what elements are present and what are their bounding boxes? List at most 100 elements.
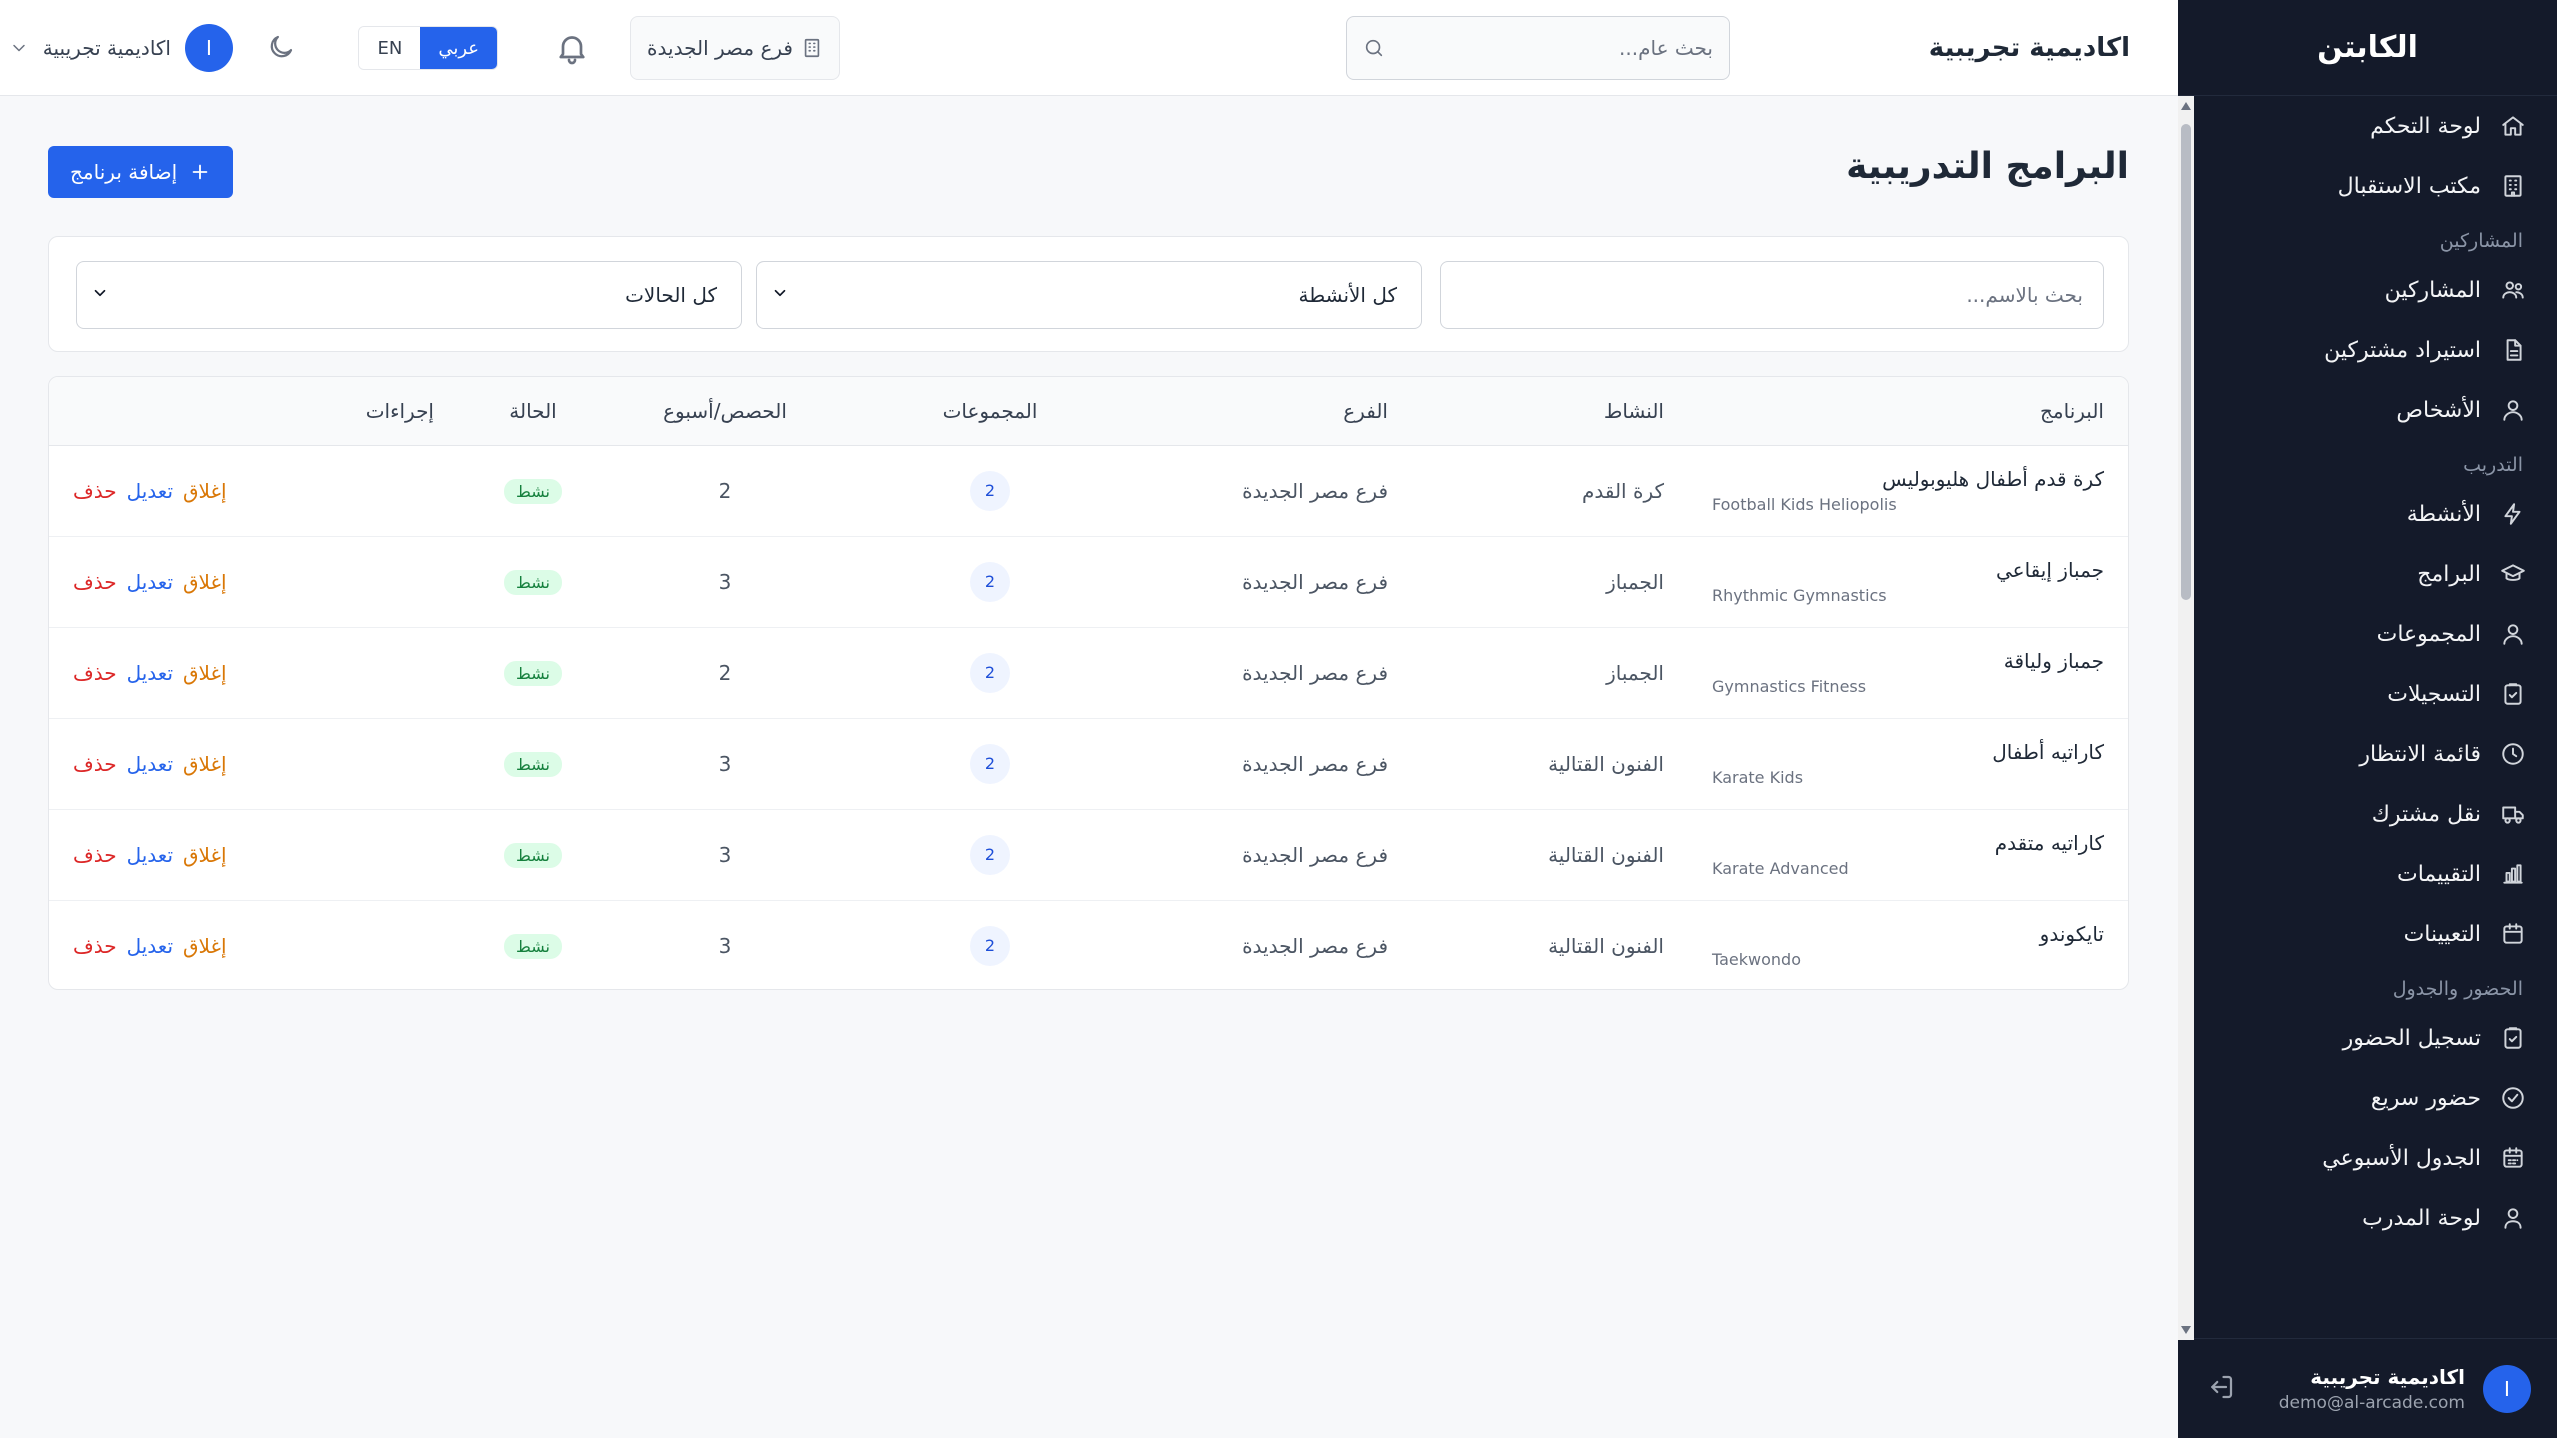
sidebar-item-user[interactable]: لوحة المدرب — [2178, 1188, 2557, 1248]
activity-filter-select[interactable]: كل الأنشطة — [756, 261, 1422, 329]
column-header: الحصص/أسبوع — [663, 398, 787, 423]
page-title: البرامج التدريبية — [1846, 146, 2129, 187]
edit-program-button[interactable]: تعديل — [127, 752, 173, 776]
program-name[interactable]: جمباز إيقاعي — [1712, 558, 2104, 582]
filters-panel: كل الأنشطة كل الحالات — [48, 236, 2129, 352]
program-cell: جمباز ولياقة Gymnastics Fitness — [1688, 627, 2128, 718]
close-program-button[interactable]: إغلاق — [183, 843, 226, 867]
delete-program-button[interactable]: حذف — [73, 934, 117, 958]
sidebar-item-people[interactable]: الأشخاص — [2178, 380, 2557, 440]
name-search-input[interactable] — [1461, 283, 2083, 307]
home-icon — [2499, 112, 2527, 140]
program-name[interactable]: تايكوندو — [1712, 922, 2104, 946]
user-menu[interactable]: I اكاديمية تجريبية — [9, 22, 233, 74]
sessions-cell: 2 — [718, 478, 732, 503]
sidebar-item-group[interactable]: المجموعات — [2178, 604, 2557, 664]
scrollbar-thumb[interactable] — [2181, 124, 2191, 600]
sessions-cell: 3 — [718, 569, 732, 594]
sidebar-item-calendar[interactable]: التعيينات — [2178, 904, 2557, 964]
edit-program-button[interactable]: تعديل — [127, 661, 173, 685]
program-name[interactable]: كاراتيه أطفال — [1712, 740, 2104, 764]
status-cell: نشط — [458, 900, 608, 989]
close-program-button[interactable]: إغلاق — [183, 661, 226, 685]
main-scrollbar[interactable] — [2178, 96, 2194, 1340]
bar-chart-icon — [2499, 860, 2527, 888]
activity-cell: الفنون القتالية — [1548, 751, 1664, 776]
sidebar-item-users[interactable]: المشاركين — [2178, 260, 2557, 320]
check-circle-icon — [2499, 1084, 2527, 1112]
sidebar-item-home[interactable]: لوحة التحكم — [2178, 96, 2557, 156]
actions-cell: إغلاق تعديل حذف — [49, 445, 458, 536]
table-row: كرة قدم أطفال هليوبوليس Football Kids Hel… — [49, 445, 2128, 536]
lang-en-button[interactable]: EN — [359, 27, 421, 69]
language-toggle: عربي EN — [358, 26, 498, 70]
delete-program-button[interactable]: حذف — [73, 752, 117, 776]
close-program-button[interactable]: إغلاق — [183, 570, 226, 594]
edit-program-button[interactable]: تعديل — [127, 843, 173, 867]
program-name[interactable]: كاراتيه متقدم — [1712, 831, 2104, 855]
logout-icon[interactable] — [2206, 1372, 2236, 1406]
close-program-button[interactable]: إغلاق — [183, 934, 226, 958]
sidebar-item-graduation-cap[interactable]: البرامج — [2178, 544, 2557, 604]
bell-icon[interactable] — [554, 30, 590, 66]
scroll-up-arrow[interactable] — [2181, 102, 2191, 110]
table-header: البرنامج النشاط الفرع المجموعات الحصص/أسبوع ا… — [49, 377, 2128, 445]
sidebar-user-avatar[interactable]: I — [2483, 1364, 2531, 1413]
status-filter-select[interactable]: كل الحالات — [76, 261, 742, 329]
sidebar-item-building[interactable]: مكتب الاستقبال — [2178, 156, 2557, 216]
delete-program-button[interactable]: حذف — [73, 479, 117, 503]
column-header: المجموعات — [942, 398, 1038, 423]
sidebar-item-bolt[interactable]: الأنشطة — [2178, 484, 2557, 544]
sidebar-item-check-circle[interactable]: حضور سريع — [2178, 1068, 2557, 1128]
branch-cell: فرع مصر الجديدة — [1242, 569, 1388, 594]
sessions-cell: 3 — [718, 751, 732, 776]
status-badge: نشط — [504, 660, 562, 686]
status-cell: نشط — [458, 445, 608, 536]
name-search — [1440, 261, 2104, 329]
edit-program-button[interactable]: تعديل — [127, 934, 173, 958]
program-cell: كاراتيه أطفال Karate Kids — [1688, 718, 2128, 809]
clipboard-icon — [2499, 680, 2527, 708]
program-name[interactable]: جمباز ولياقة — [1712, 649, 2104, 673]
sidebar-item-calendar-week[interactable]: الجدول الأسبوعي — [2178, 1128, 2557, 1188]
delete-program-button[interactable]: حذف — [73, 843, 117, 867]
edit-program-button[interactable]: تعديل — [127, 479, 173, 503]
clock-icon — [2499, 740, 2527, 768]
close-program-button[interactable]: إغلاق — [183, 752, 226, 776]
edit-program-button[interactable]: تعديل — [127, 570, 173, 594]
sessions-cell: 3 — [718, 842, 732, 867]
user-icon — [2499, 1204, 2527, 1232]
actions-cell: إغلاق تعديل حذف — [49, 900, 458, 989]
branch-cell: فرع مصر الجديدة — [1242, 751, 1388, 776]
table-row: كاراتيه متقدم Karate Advanced الفنون القتا… — [49, 809, 2128, 900]
sidebar-section-title: الحضور والجدول — [2392, 978, 2523, 1000]
sidebar-item-truck[interactable]: نقل مشترك — [2178, 784, 2557, 844]
program-name-en: Karate Kids — [1712, 768, 1804, 787]
status-filter-value: كل الحالات — [625, 283, 717, 307]
sidebar-item-clipboard[interactable]: التسجيلات — [2178, 664, 2557, 724]
users-icon — [2499, 276, 2527, 304]
close-program-button[interactable]: إغلاق — [183, 479, 226, 503]
column-header: النشاط — [1603, 398, 1664, 423]
add-program-button[interactable]: إضافة برنامج — [48, 146, 234, 198]
lang-ar-button[interactable]: عربي — [420, 27, 497, 69]
global-search-input[interactable] — [1395, 36, 1713, 60]
table-row: تايكوندو Taekwondo الفنون القتالية فرع مصر … — [49, 900, 2128, 989]
moon-icon[interactable] — [264, 32, 296, 64]
groups-count-badge: 2 — [970, 925, 1010, 966]
calendar-week-icon — [2499, 1144, 2527, 1172]
actions-cell: إغلاق تعديل حذف — [49, 627, 458, 718]
sidebar-item-bar-chart[interactable]: التقييمات — [2178, 844, 2557, 904]
sidebar-item-file[interactable]: استيراد مشتركين — [2178, 320, 2557, 380]
sidebar-item-clipboard-check[interactable]: تسجيل الحضور — [2178, 1008, 2557, 1068]
sidebar-item-label: حضور سريع — [2370, 1085, 2481, 1111]
sidebar-item-label: تسجيل الحضور — [2342, 1025, 2481, 1051]
delete-program-button[interactable]: حذف — [73, 570, 117, 594]
sidebar-item-clock[interactable]: قائمة الانتظار — [2178, 724, 2557, 784]
sidebar-item-label: الجدول الأسبوعي — [2322, 1145, 2481, 1171]
branch-selector[interactable]: فرع مصر الجديدة — [630, 16, 840, 80]
status-cell: نشط — [458, 627, 608, 718]
program-name[interactable]: كرة قدم أطفال هليوبوليس — [1712, 467, 2104, 491]
delete-program-button[interactable]: حذف — [73, 661, 117, 685]
scroll-down-arrow[interactable] — [2181, 1326, 2191, 1334]
